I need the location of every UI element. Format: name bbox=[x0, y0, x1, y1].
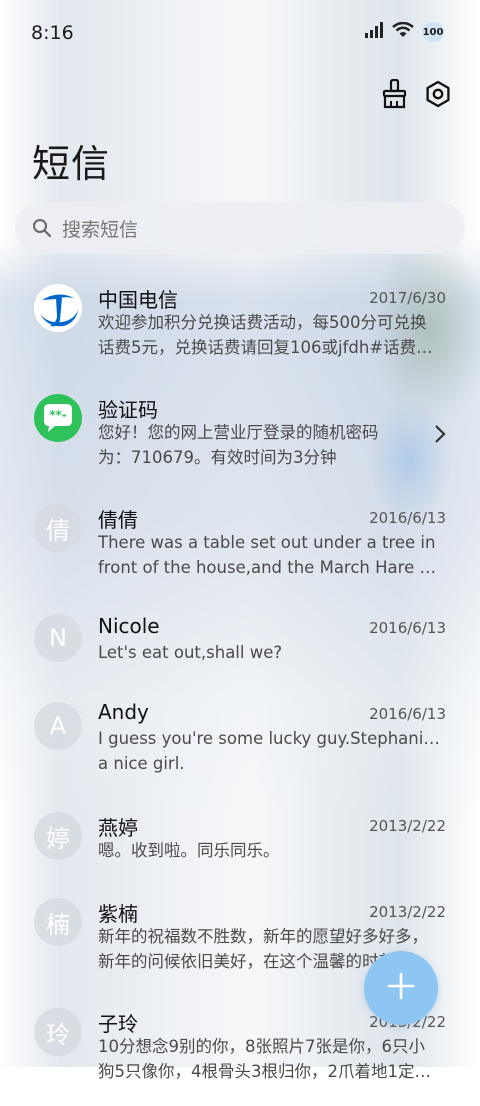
conversation-preview: There was a table set out under a tree i… bbox=[98, 533, 444, 577]
avatar: A bbox=[34, 702, 82, 750]
conversation-preview: I guess you're some lucky guy.Stephanie … bbox=[98, 729, 444, 773]
conversation-date: 2016/6/13 bbox=[369, 509, 446, 527]
search-bar[interactable]: 搜索短信 bbox=[15, 202, 465, 254]
chevron-right-icon[interactable] bbox=[434, 424, 446, 448]
svg-text:**-: **- bbox=[49, 408, 67, 422]
message-bubble-icon: **- bbox=[34, 394, 82, 442]
conversation-name: 验证码 bbox=[98, 398, 158, 422]
conversation-name: Nicole bbox=[98, 614, 160, 638]
plus-icon bbox=[386, 971, 416, 1005]
battery-icon: 100 bbox=[422, 22, 444, 42]
gear-icon[interactable] bbox=[420, 76, 456, 112]
conversation-item[interactable]: 倩 倩倩 2016/6/13 There was a table set out… bbox=[0, 492, 480, 602]
conversation-item[interactable]: **- 验证码 您好！您的网上营业厅登录的随机密码 为：710679。有效时间为… bbox=[0, 382, 480, 492]
conversation-name: 燕婷 bbox=[98, 816, 138, 840]
conversation-item[interactable]: 中国电信 2017/6/30 欢迎参加积分兑换话费活动，每500分可兑换 话费5… bbox=[0, 272, 480, 382]
status-bar: 8:16 100 bbox=[0, 0, 480, 68]
conversation-date: 2016/6/13 bbox=[369, 705, 446, 723]
avatar: 玲 bbox=[34, 1008, 82, 1056]
conversation-name: Andy bbox=[98, 700, 149, 724]
conversation-date: 2013/2/22 bbox=[369, 817, 446, 835]
new-message-button[interactable] bbox=[364, 951, 438, 1025]
conversation-preview: Let's eat out,shall we? bbox=[98, 643, 283, 662]
conversation-item[interactable]: N Nicole 2016/6/13 Let's eat out,shall w… bbox=[0, 602, 480, 690]
conversation-preview: 您好！您的网上营业厅登录的随机密码 为：710679。有效时间为3分钟 bbox=[98, 423, 379, 467]
conversation-preview: 10分想念9别的你，8张照片7张是你，6只小 狗5只像你，4根骨头3根归你，2爪… bbox=[98, 1037, 431, 1081]
conversation-name: 中国电信 bbox=[98, 288, 178, 312]
conversation-name: 子玲 bbox=[98, 1012, 138, 1036]
conversation-name: 紫楠 bbox=[98, 902, 138, 926]
signal-icon bbox=[364, 22, 384, 42]
avatar: 楠 bbox=[34, 898, 82, 946]
broom-icon[interactable] bbox=[376, 76, 412, 112]
search-icon bbox=[32, 218, 52, 238]
status-icons: 100 bbox=[364, 21, 444, 42]
conversation-name: 倩倩 bbox=[98, 508, 138, 532]
page-title: 短信 bbox=[32, 142, 111, 186]
conversation-date: 2017/6/30 bbox=[369, 289, 446, 307]
status-time: 8:16 bbox=[31, 22, 74, 44]
search-placeholder: 搜索短信 bbox=[62, 218, 139, 241]
avatar: 婷 bbox=[34, 812, 82, 860]
conversation-preview: 欢迎参加积分兑换话费活动，每500分可兑换 话费5元，兑换话费请回复106或jf… bbox=[98, 313, 433, 357]
conversation-date: 2016/6/13 bbox=[369, 619, 446, 637]
conversation-preview: 嗯。收到啦。同乐同乐。 bbox=[98, 841, 280, 860]
conversation-item[interactable]: 婷 燕婷 2013/2/22 嗯。收到啦。同乐同乐。 bbox=[0, 800, 480, 886]
avatar: N bbox=[34, 614, 82, 662]
china-telecom-logo bbox=[34, 284, 82, 332]
wifi-icon bbox=[392, 21, 414, 42]
conversation-date: 2013/2/22 bbox=[369, 903, 446, 921]
avatar: 倩 bbox=[34, 504, 82, 552]
conversation-item[interactable]: A Andy 2016/6/13 I guess you're some luc… bbox=[0, 690, 480, 800]
